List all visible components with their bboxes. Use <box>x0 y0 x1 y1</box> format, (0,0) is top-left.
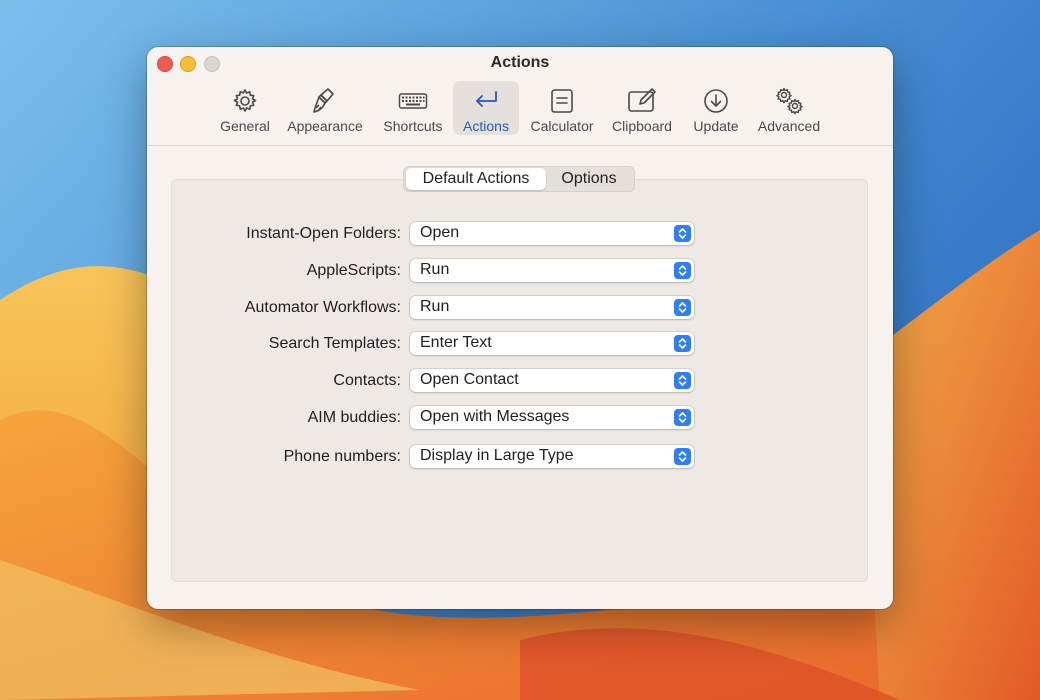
setting-label: AIM buddies: <box>307 409 401 426</box>
setting-label: Instant-Open Folders: <box>246 225 401 242</box>
tab-calculator[interactable]: Calculator <box>525 81 599 135</box>
download-circle-icon <box>704 89 728 113</box>
chevron-updown-icon <box>674 335 691 352</box>
tab-label: Update <box>693 118 739 134</box>
popup-value: Display in Large Type <box>420 447 574 464</box>
setting-label: Automator Workflows: <box>244 299 401 316</box>
segment-options[interactable]: Options <box>546 168 632 190</box>
chevron-updown-icon <box>674 409 691 426</box>
setting-row-automator-workflows: Automator Workflows: Run <box>147 296 893 320</box>
aim-buddies-popup[interactable]: Open with Messages <box>410 406 694 429</box>
contacts-popup[interactable]: Open Contact <box>410 369 694 392</box>
search-templates-popup[interactable]: Enter Text <box>410 332 694 355</box>
clipboard-edit-icon <box>628 88 656 112</box>
setting-row-phone-numbers: Phone numbers: Display in Large Type <box>147 445 893 469</box>
popup-value: Enter Text <box>420 334 492 351</box>
setting-label: Search Templates: <box>268 335 401 352</box>
tab-general[interactable]: General <box>215 81 275 135</box>
tab-clipboard[interactable]: Clipboard <box>607 81 677 135</box>
phone-numbers-popup[interactable]: Display in Large Type <box>410 445 694 468</box>
applescripts-popup[interactable]: Run <box>410 259 694 282</box>
popup-value: Run <box>420 261 450 278</box>
tab-label: Appearance <box>287 118 363 134</box>
preferences-window: Actions General Appearance Shortcuts Act… <box>147 47 893 609</box>
gears-icon <box>776 87 803 115</box>
chevron-updown-icon <box>674 262 691 279</box>
setting-label: Phone numbers: <box>283 448 401 465</box>
tab-shortcuts[interactable]: Shortcuts <box>375 81 451 135</box>
setting-row-aim-buddies: AIM buddies: Open with Messages <box>147 406 893 430</box>
tab-label: General <box>220 118 270 134</box>
popup-value: Open Contact <box>420 371 519 388</box>
tab-update[interactable]: Update <box>685 81 747 135</box>
chevron-updown-icon <box>674 448 691 465</box>
return-arrow-icon <box>476 91 497 107</box>
gear-icon <box>233 89 257 112</box>
chevron-updown-icon <box>674 225 691 242</box>
preferences-toolbar: General Appearance Shortcuts Actions Cal… <box>147 79 893 146</box>
popup-value: Run <box>420 298 450 315</box>
window-title: Actions <box>490 54 550 71</box>
tab-label: Calculator <box>530 118 594 134</box>
setting-row-search-templates: Search Templates: Enter Text <box>147 332 893 356</box>
tab-label: Shortcuts <box>383 118 443 134</box>
automator-workflows-popup[interactable]: Run <box>410 296 694 319</box>
setting-row-contacts: Contacts: Open Contact <box>147 369 893 393</box>
segmented-control: Default Actions Options <box>403 166 635 192</box>
popup-value: Open with Messages <box>420 408 570 425</box>
setting-label: AppleScripts: <box>306 262 401 279</box>
tab-advanced[interactable]: Advanced <box>753 81 825 135</box>
chevron-updown-icon <box>674 299 691 316</box>
paintbrush-icon <box>313 88 334 113</box>
segment-default-actions[interactable]: Default Actions <box>406 168 546 190</box>
tab-appearance[interactable]: Appearance <box>283 81 367 135</box>
setting-row-instant-open-folders: Instant-Open Folders: Open <box>147 222 893 246</box>
instant-open-folders-popup[interactable]: Open <box>410 222 694 245</box>
tab-label: Actions <box>463 118 509 134</box>
calculator-icon <box>551 89 573 113</box>
setting-label: Contacts: <box>333 372 401 389</box>
chevron-updown-icon <box>674 372 691 389</box>
tab-label: Clipboard <box>612 118 672 134</box>
tab-actions[interactable]: Actions <box>453 81 519 135</box>
tab-label: Advanced <box>757 118 821 134</box>
keyboard-icon <box>398 93 428 109</box>
setting-row-applescripts: AppleScripts: Run <box>147 259 893 283</box>
popup-value: Open <box>420 224 460 241</box>
